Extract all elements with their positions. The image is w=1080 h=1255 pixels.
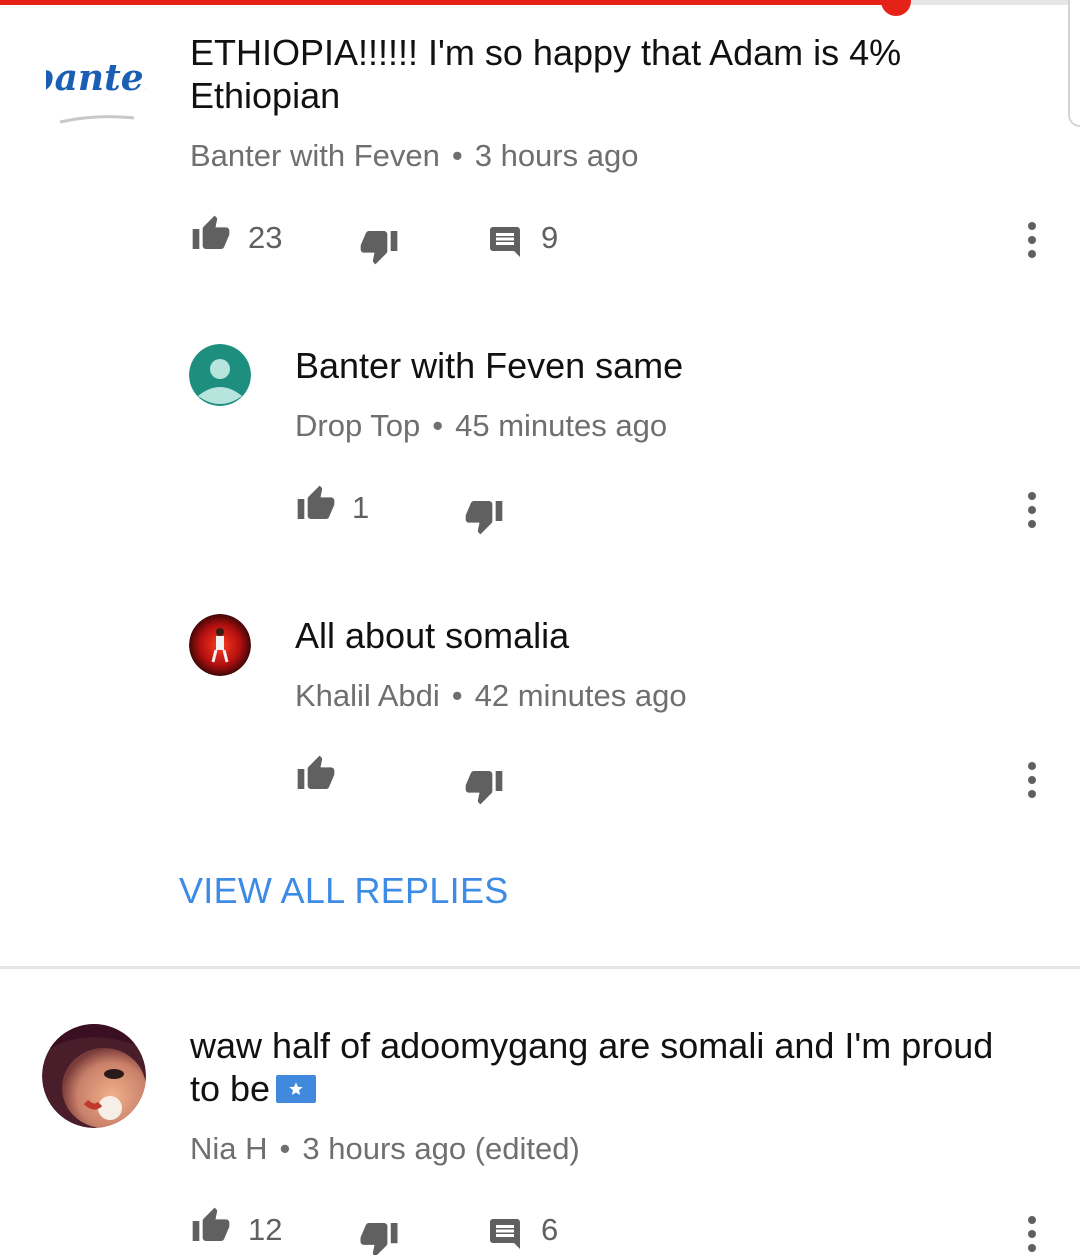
comment-text-line: waw half of adoomygang are somali and I'… — [190, 1025, 994, 1066]
comment-icon[interactable] — [486, 1216, 524, 1252]
reply-text: All about somalia — [295, 615, 570, 656]
like-count: 23 — [248, 220, 283, 255]
comment-avatar-photo[interactable] — [42, 1024, 146, 1128]
reply-text: Banter with Feven same — [295, 345, 684, 386]
view-all-replies-button[interactable]: VIEW ALL REPLIES — [179, 870, 509, 912]
comment-meta: Nia H • 3 hours ago (edited) — [190, 1131, 580, 1167]
comment-text: waw half of adoomygang are somali and I'… — [190, 1024, 1050, 1110]
video-progress-fill — [0, 0, 897, 5]
meta-separator: • — [279, 1131, 291, 1166]
reply-count: 9 — [541, 220, 559, 255]
thumb-down-icon[interactable] — [463, 496, 505, 536]
thumb-up-icon[interactable] — [295, 484, 337, 524]
reply-count: 6 — [541, 1212, 559, 1247]
scroll-edge — [1068, 0, 1080, 127]
meta-separator: • — [451, 678, 463, 713]
comment-divider — [0, 966, 1080, 969]
meta-separator: • — [451, 138, 463, 173]
video-progress-bar[interactable] — [0, 0, 1080, 16]
reply-time: 45 minutes ago — [455, 408, 668, 443]
reply-meta: Khalil Abdi • 42 minutes ago — [295, 678, 687, 714]
comment-text-line: Ethiopian — [190, 75, 341, 116]
comment-text-line-part: to be — [190, 1068, 271, 1109]
video-progress-knob[interactable] — [881, 0, 912, 16]
comment-time: 3 hours ago — [474, 138, 639, 173]
thumb-down-icon[interactable] — [463, 766, 505, 806]
more-vert-icon[interactable] — [1018, 220, 1046, 260]
thumb-up-icon[interactable] — [190, 214, 232, 254]
reply-author[interactable]: Khalil Abdi — [295, 678, 440, 713]
comment-icon[interactable] — [486, 224, 524, 260]
thumb-up-icon[interactable] — [190, 1206, 232, 1246]
channel-avatar-banter[interactable]: banter — [29, 50, 166, 130]
thumb-down-icon[interactable] — [358, 1218, 400, 1255]
comment-author[interactable]: Banter with Feven — [190, 138, 440, 173]
like-count: 12 — [248, 1212, 283, 1247]
reply-author[interactable]: Drop Top — [295, 408, 420, 443]
somalia-flag-icon — [276, 1075, 317, 1103]
more-vert-icon[interactable] — [1018, 1214, 1046, 1254]
comment-text-line: ETHIOPIA!!!!!! I'm so happy that Adam is… — [190, 32, 902, 73]
reply-avatar-default[interactable] — [189, 344, 251, 406]
reply-time: 42 minutes ago — [474, 678, 687, 713]
comment-text: ETHIOPIA!!!!!! I'm so happy that Adam is… — [190, 31, 1030, 117]
more-vert-icon[interactable] — [1018, 490, 1046, 530]
reply-meta: Drop Top • 45 minutes ago — [295, 408, 667, 444]
like-count: 1 — [352, 490, 370, 525]
thumb-up-icon[interactable] — [295, 754, 337, 794]
thumb-down-icon[interactable] — [358, 226, 400, 266]
banter-logo-text: banter — [46, 57, 146, 99]
reply-avatar-photo[interactable] — [189, 614, 251, 676]
meta-separator: • — [432, 408, 444, 443]
comment-meta: Banter with Feven • 3 hours ago — [190, 138, 638, 174]
comment-time: 3 hours ago (edited) — [302, 1131, 580, 1166]
more-vert-icon[interactable] — [1018, 760, 1046, 800]
comment-author[interactable]: Nia H — [190, 1131, 268, 1166]
comment-text-line: to be — [190, 1067, 1050, 1110]
